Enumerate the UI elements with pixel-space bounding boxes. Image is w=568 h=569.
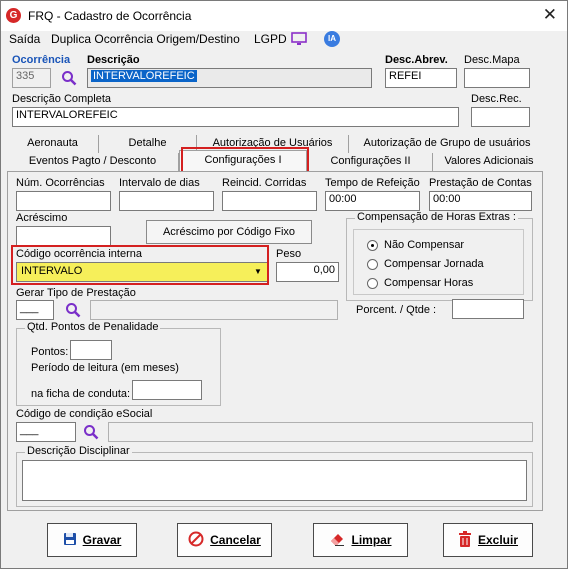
codigo-esocial-description [108,422,533,442]
descricao-disciplinar-textarea[interactable] [22,460,527,501]
menu-bar: Saída Duplica Ocorrência Origem/Destino … [1,31,567,51]
ocorrencia-label: Ocorrência [12,54,71,66]
descricao-disciplinar-title: Descrição Disciplinar [25,445,132,457]
num-ocorrencias-input[interactable] [16,191,111,211]
desc-mapa-input[interactable] [464,68,530,88]
acrescimo-input[interactable] [16,226,111,246]
descricao-completa-input[interactable]: INTERVALOREFEIC [12,107,459,127]
radio-compensar-jornada-label: Compensar Jornada [384,258,484,270]
limpar-label: Limpar [351,533,392,547]
radio-compensar-horas-label: Compensar Horas [384,277,474,289]
ficha-label: na ficha de conduta: [31,388,131,400]
monitor-icon[interactable] [291,32,307,45]
tempo-refeicao-label: Tempo de Refeição [325,177,420,189]
menu-duplica[interactable]: Duplica Ocorrência Origem/Destino [51,31,240,47]
gravar-label: Gravar [82,533,122,547]
peso-input[interactable]: 0,00 [276,262,339,282]
desc-abrev-label: Desc.Abrev. [385,54,448,66]
acrescimo-label: Acréscimo [16,212,68,224]
reincid-corridas-input[interactable] [222,191,317,211]
tab-aeronauta[interactable]: Aeronauta [7,135,99,153]
codigo-esocial-label: Código de condição eSocial [16,408,153,420]
desc-mapa-label: Desc.Mapa [464,54,520,66]
intervalo-dias-label: Intervalo de dias [119,177,200,189]
radio-nao-compensar[interactable] [367,240,378,251]
desc-rec-input[interactable] [471,107,530,127]
menu-lgpd[interactable]: LGPD [254,31,287,47]
excluir-button[interactable]: Excluir [443,523,533,557]
desc-rec-label: Desc.Rec. [471,93,522,105]
tab-eventos-pagto[interactable]: Eventos Pagto / Desconto [7,153,179,171]
app-logo-icon: G [6,8,21,23]
save-icon [63,532,77,549]
eraser-icon [329,532,345,549]
highlight-tab-box [181,147,309,173]
close-icon[interactable]: ✕ [543,5,557,25]
tab-valores-adicionais[interactable]: Valores Adicionais [433,153,545,171]
ia-icon[interactable]: IA [324,31,340,47]
title-bar: G FRQ - Cadastro de Ocorrência ✕ [1,1,567,31]
menu-saida[interactable]: Saída [9,31,40,47]
porcent-label: Porcent. / Qtde : [356,304,437,316]
cancelar-label: Cancelar [210,533,261,547]
cancel-icon [188,531,204,550]
radio-nao-compensar-label: Não Compensar [384,239,465,251]
tempo-refeicao-input[interactable]: 00:00 [325,191,420,211]
ficha-input[interactable] [132,380,202,400]
excluir-label: Excluir [477,533,519,547]
gerar-tipo-input[interactable]: ___ [16,300,54,320]
gerar-tipo-label: Gerar Tipo de Prestação [16,287,136,299]
ocorrencia-input[interactable]: 335 [12,68,51,88]
search-icon[interactable] [65,302,81,318]
search-icon[interactable] [61,70,77,86]
cancelar-button[interactable]: Cancelar [177,523,272,557]
num-ocorrencias-label: Núm. Ocorrências [16,177,105,189]
prestacao-contas-input[interactable]: 00:00 [429,191,532,211]
tab-autorizacao-grupo[interactable]: Autorização de Grupo de usuários [349,135,545,153]
compensacao-title: Compensação de Horas Extras : [355,211,518,223]
codigo-esocial-input[interactable]: ___ [16,422,76,442]
desc-abrev-input[interactable]: REFEI [385,68,457,88]
window-title: FRQ - Cadastro de Ocorrência [28,9,192,23]
window: G FRQ - Cadastro de Ocorrência ✕ Saída D… [0,0,568,569]
peso-label: Peso [276,248,302,260]
radio-compensar-horas[interactable] [367,278,378,289]
intervalo-dias-input[interactable] [119,191,214,211]
prestacao-contas-label: Prestação de Contas [429,177,532,189]
gerar-tipo-description [90,300,338,320]
pontos-input[interactable] [70,340,112,360]
highlight-codigo-box [11,245,269,285]
pontos-label: Pontos: [31,346,69,358]
descricao-label: Descrição [87,54,140,66]
radio-compensar-jornada[interactable] [367,259,378,270]
limpar-button[interactable]: Limpar [313,523,408,557]
acrescimo-codigo-fixo-button[interactable]: Acréscimo por Código Fixo [146,220,312,244]
descricao-input[interactable]: INTERVALOREFEIC [87,68,372,88]
reincid-corridas-label: Reincid. Corridas [222,177,307,189]
trash-icon [458,530,472,550]
search-icon[interactable] [83,424,99,440]
periodo-label: Período de leitura (em meses) [31,362,179,374]
porcent-input[interactable] [452,299,524,319]
tab-configuracoes-ii[interactable]: Configurações II [309,153,433,171]
descricao-completa-label: Descrição Completa [12,93,112,105]
gravar-button[interactable]: Gravar [47,523,137,557]
qtd-pontos-title: Qtd. Pontos de Penalidade [25,321,161,333]
descricao-value: INTERVALOREFEIC [91,70,197,82]
